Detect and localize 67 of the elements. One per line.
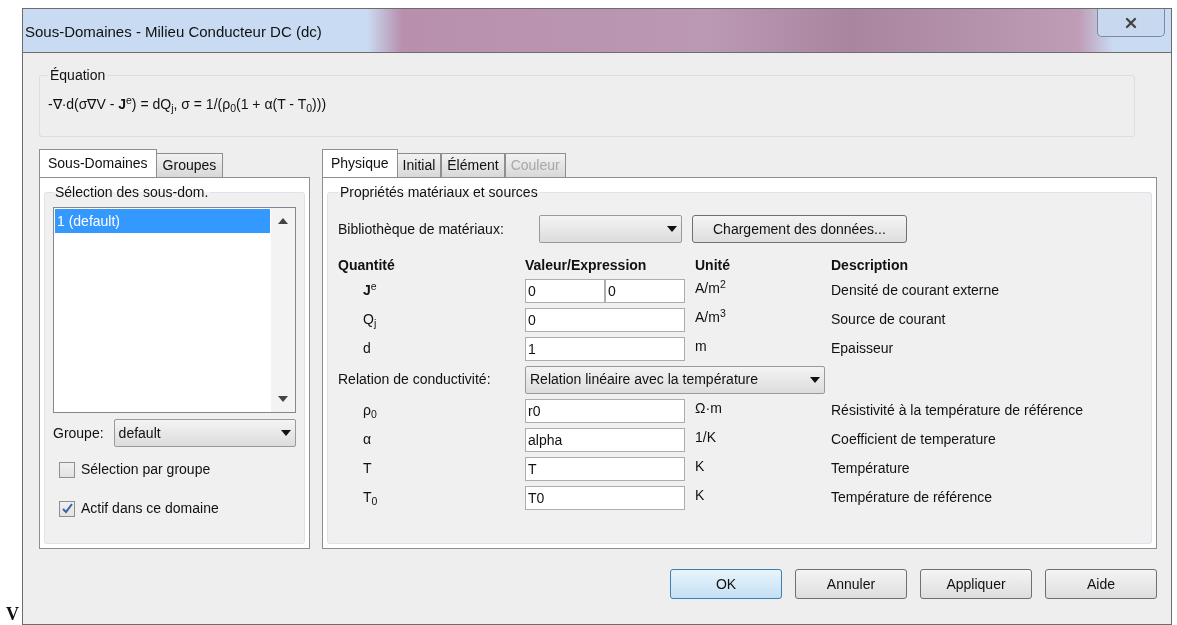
group-field-label: Groupe: (53, 423, 104, 443)
dialog-button[interactable]: Appliquer (920, 569, 1032, 599)
column-header: Description (831, 256, 909, 275)
quantity-symbol: J$^{e}$ (362, 280, 378, 300)
group-label: Sélection des sous-dom. (54, 183, 210, 202)
scroll-down-icon[interactable] (278, 396, 288, 402)
column-header: Unité (695, 256, 731, 275)
quantity-symbol: T (362, 459, 373, 478)
unit-text: K (695, 457, 706, 476)
value-field[interactable]: 1 (525, 336, 685, 361)
description-text: Température (831, 459, 911, 478)
quantity-symbol: α (362, 430, 373, 449)
tab[interactable]: Groupes (155, 153, 224, 177)
dialog-button[interactable]: OK (670, 569, 782, 599)
quantity-symbol: d (362, 339, 372, 358)
value-field[interactable]: alpha (525, 427, 685, 452)
value-field[interactable]: T0 (525, 485, 685, 510)
description-text: Résistivité à la température de référence (831, 401, 1085, 420)
page-text-fragment: V (6, 604, 20, 624)
value-field[interactable]: r0 (525, 398, 685, 423)
dialog-button[interactable]: Aide (1045, 569, 1157, 599)
library-dropdown[interactable] (539, 215, 682, 243)
dialog-button[interactable]: Annuler (795, 569, 907, 599)
window-title: Sous-Domaines - Milieu Conducteur DC (dc) (25, 22, 322, 42)
close-button[interactable] (1097, 9, 1165, 37)
caret-icon (281, 430, 291, 436)
description-text: Coefficient de temperature (831, 430, 997, 449)
quantity-symbol: T$_{0}$ (362, 488, 379, 508)
scroll-up-icon[interactable] (278, 218, 288, 224)
caret-icon (667, 226, 677, 232)
checkbox-label: Actif dans ce domaine (81, 499, 219, 518)
caret-icon (810, 376, 820, 383)
value-field[interactable]: 0 (525, 278, 605, 303)
value-field[interactable]: 0 (525, 307, 685, 332)
unit-text: 1/K (695, 428, 717, 447)
column-header: Quantité (338, 256, 396, 275)
unit-text: Ω·m (695, 399, 723, 418)
group-label: Équation (49, 66, 107, 85)
scrollbar[interactable] (271, 208, 295, 412)
checkmark-icon (61, 503, 73, 514)
checkbox-label: Sélection par groupe (81, 460, 211, 479)
conductivity-dropdown[interactable]: Relation linéaire avec la température (525, 365, 825, 394)
column-header: Valeur/Expression (525, 256, 648, 275)
description-text: Température de référence (831, 488, 994, 507)
quantity-symbol: Q$_{j}$ (362, 310, 378, 330)
unit-text: m (695, 337, 708, 356)
description-text: Epaisseur (831, 339, 895, 358)
quantity-symbol: ρ$_{0}$ (362, 401, 378, 421)
unit-text: A/m$^{3}$ (695, 305, 727, 327)
checkbox[interactable] (59, 500, 75, 517)
description-text: Densité de courant externe (831, 281, 1001, 300)
unit-text: A/m$^{2}$ (695, 276, 727, 298)
tab[interactable]: Sous-Domaines (39, 149, 157, 177)
description-text: Source de courant (831, 310, 947, 329)
group-label: Propriétés matériaux et sources (339, 183, 539, 202)
checkbox[interactable] (59, 461, 75, 478)
conductivity-label: Relation de conductivité: (338, 370, 492, 389)
value-field[interactable]: T (525, 456, 685, 481)
tab[interactable]: Élément (441, 153, 505, 177)
tab[interactable]: Initial (396, 153, 442, 177)
value-field[interactable]: 0 (605, 278, 685, 303)
unit-text: K (695, 486, 706, 505)
load-data-button[interactable]: Chargement des données... (692, 215, 907, 243)
group-dropdown[interactable]: default (113, 419, 296, 447)
tab[interactable]: Physique (322, 149, 398, 177)
library-label: Bibliothèque de matériaux: (338, 219, 505, 239)
equation-formula: -∇·d(σ∇V - J$^{e}$) = dQ$_{j}$, σ = 1/(ρ$_{0}$(1 + α(T - T$_{0}$))) (48, 94, 328, 115)
